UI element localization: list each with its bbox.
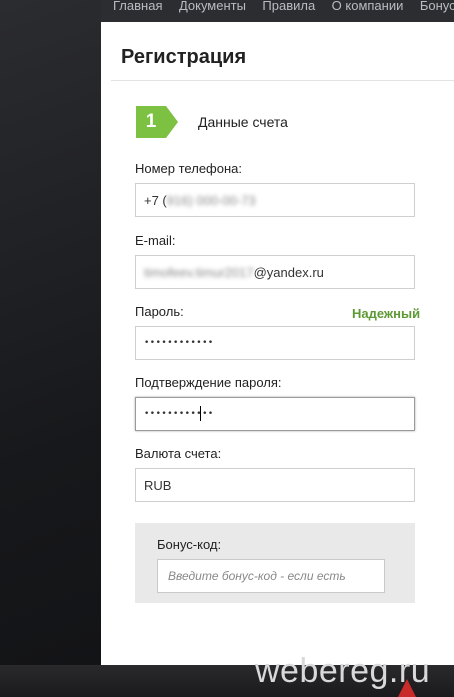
- email-masked-login: timofeev.timur2017: [144, 265, 254, 280]
- password-confirm-dots: ••••••••••••: [144, 409, 214, 419]
- step-arrow-icon: [166, 106, 178, 138]
- page-title: Регистрация: [121, 46, 247, 68]
- password-dots: ••••••••••••: [144, 338, 214, 348]
- phone-prefix: +7 (: [144, 193, 167, 208]
- text-cursor: [200, 406, 201, 421]
- bonus-code-section: Бонус-код:: [135, 523, 415, 603]
- logo-triangle-icon: [398, 679, 416, 697]
- email-label: E-mail:: [135, 233, 176, 248]
- password-field[interactable]: ••••••••••••: [135, 326, 415, 360]
- phone-field[interactable]: +7 (916) 000-00-73: [135, 183, 415, 217]
- nav-item-home[interactable]: Главная: [113, 0, 162, 12]
- currency-field[interactable]: RUB: [135, 468, 415, 502]
- top-navigation: Главная Документы Правила О компании Бон…: [101, 0, 454, 22]
- email-domain: @yandex.ru: [253, 265, 324, 280]
- phone-label: Номер телефона:: [135, 161, 242, 176]
- password-confirm-field[interactable]: ••••••••••••: [135, 397, 415, 431]
- email-value: timofeev.timur2017@yandex.ru: [144, 265, 324, 280]
- step-number-badge: 1: [136, 106, 166, 138]
- password-confirm-label: Подтверждение пароля:: [135, 375, 282, 390]
- phone-value: +7 (916) 000-00-73: [144, 193, 256, 208]
- currency-label: Валюта счета:: [135, 446, 222, 461]
- email-field[interactable]: timofeev.timur2017@yandex.ru: [135, 255, 415, 289]
- step-label: Данные счета: [198, 114, 288, 130]
- password-strength: Надежный: [352, 306, 421, 321]
- nav-item-about[interactable]: О компании: [332, 0, 404, 12]
- phone-masked-digits: 916) 000-00-73: [166, 193, 256, 208]
- registration-panel: Регистрация 1 Данные счета Номер телефон…: [101, 22, 454, 665]
- bonus-code-input[interactable]: [157, 559, 385, 593]
- nav-item-rules[interactable]: Правила: [262, 0, 315, 12]
- bonus-code-label: Бонус-код:: [157, 537, 222, 552]
- password-label: Пароль:: [135, 304, 184, 319]
- nav-item-bonuses[interactable]: Бонусы: [420, 0, 454, 12]
- nav-item-documents[interactable]: Документы: [179, 0, 246, 12]
- title-divider: [111, 80, 454, 81]
- currency-value: RUB: [144, 478, 172, 493]
